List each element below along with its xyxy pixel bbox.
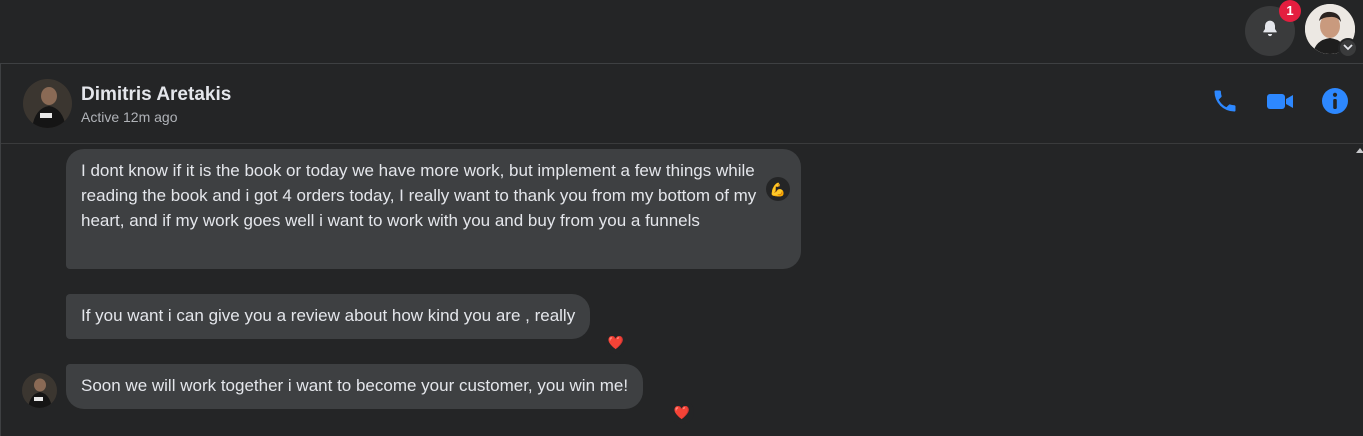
contact-name[interactable]: Dimitris Aretakis	[81, 84, 231, 106]
bell-icon	[1260, 19, 1280, 44]
message-list: I dont know if it is the book or today w…	[1, 145, 1350, 436]
reaction-flexed-biceps[interactable]: 💪	[766, 177, 790, 201]
top-bar: 1	[0, 0, 1363, 63]
video-icon	[1265, 86, 1295, 121]
conversation-info-button[interactable]	[1320, 87, 1350, 120]
reaction-heart[interactable]: ❤️	[604, 330, 628, 354]
chat-panel: Dimitris Aretakis Active 12m ago I dont …	[1, 64, 1363, 436]
notification-count-badge: 1	[1279, 0, 1301, 22]
scroll-up-arrow-icon[interactable]	[1356, 148, 1363, 153]
account-menu-button[interactable]	[1338, 38, 1358, 58]
message-bubble[interactable]: I dont know if it is the book or today w…	[66, 149, 801, 269]
contact-status: Active 12m ago	[81, 109, 178, 125]
contact-photo	[23, 79, 72, 128]
message-bubble[interactable]: Soon we will work together i want to bec…	[66, 364, 644, 409]
phone-icon	[1211, 87, 1239, 120]
message-bubble[interactable]: If you want i can give you a review abou…	[66, 294, 591, 339]
chat-header: Dimitris Aretakis Active 12m ago	[1, 64, 1363, 144]
voice-call-button[interactable]	[1210, 88, 1240, 118]
messages-scrollbar[interactable]	[1350, 145, 1363, 436]
sender-avatar	[22, 373, 57, 408]
reaction-heart[interactable]: ❤️	[670, 400, 694, 424]
contact-avatar[interactable]	[23, 79, 72, 128]
info-icon	[1321, 87, 1349, 120]
video-call-button[interactable]	[1265, 88, 1295, 118]
sender-photo	[22, 373, 57, 408]
chevron-down-icon	[1343, 39, 1353, 57]
